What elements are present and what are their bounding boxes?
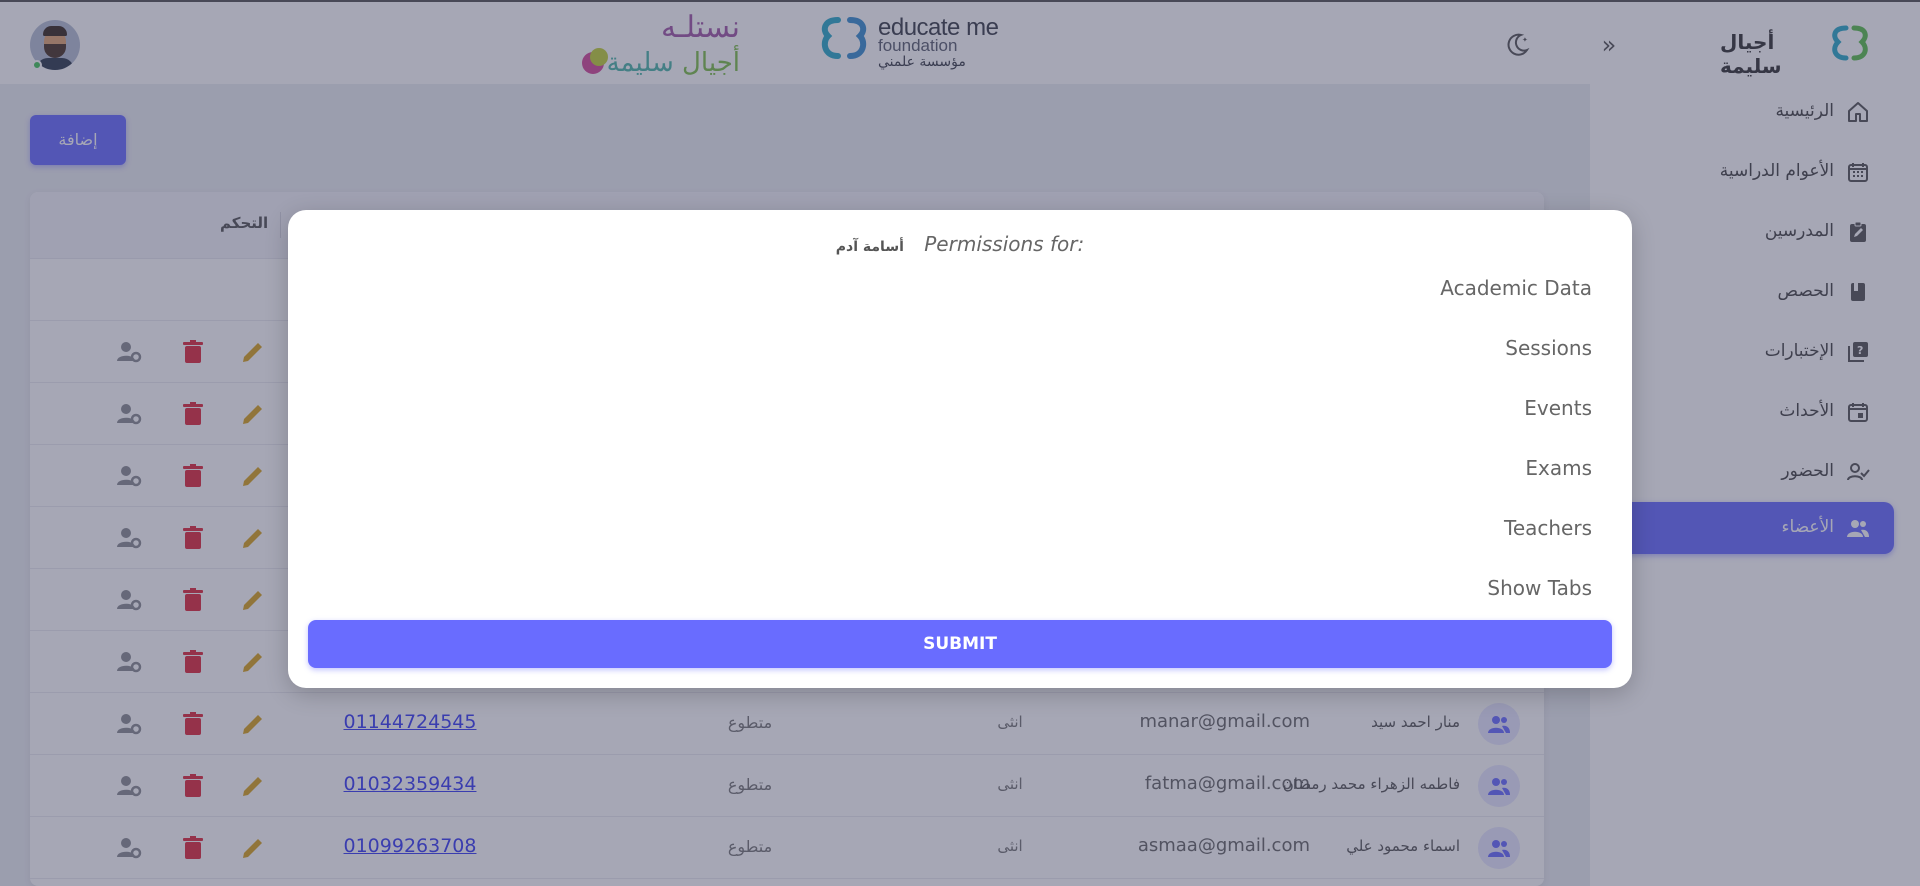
permission-events[interactable]: Events xyxy=(992,396,1592,420)
permission-exams[interactable]: Exams xyxy=(992,456,1592,480)
dialog-title: أسامة آدم Permissions for: xyxy=(288,232,1632,256)
dialog-title-prefix: Permissions for: xyxy=(924,232,1085,256)
permission-teachers[interactable]: Teachers xyxy=(992,516,1592,540)
dialog-user-name: أسامة آدم xyxy=(835,239,904,255)
permission-sessions[interactable]: Sessions xyxy=(992,336,1592,360)
permission-academic-data[interactable]: Academic Data xyxy=(992,276,1592,300)
permissions-dialog: أسامة آدم Permissions for: Academic Data… xyxy=(288,210,1632,688)
permission-show-tabs[interactable]: Show Tabs xyxy=(992,576,1592,600)
submit-button[interactable]: SUBMIT xyxy=(308,620,1612,668)
